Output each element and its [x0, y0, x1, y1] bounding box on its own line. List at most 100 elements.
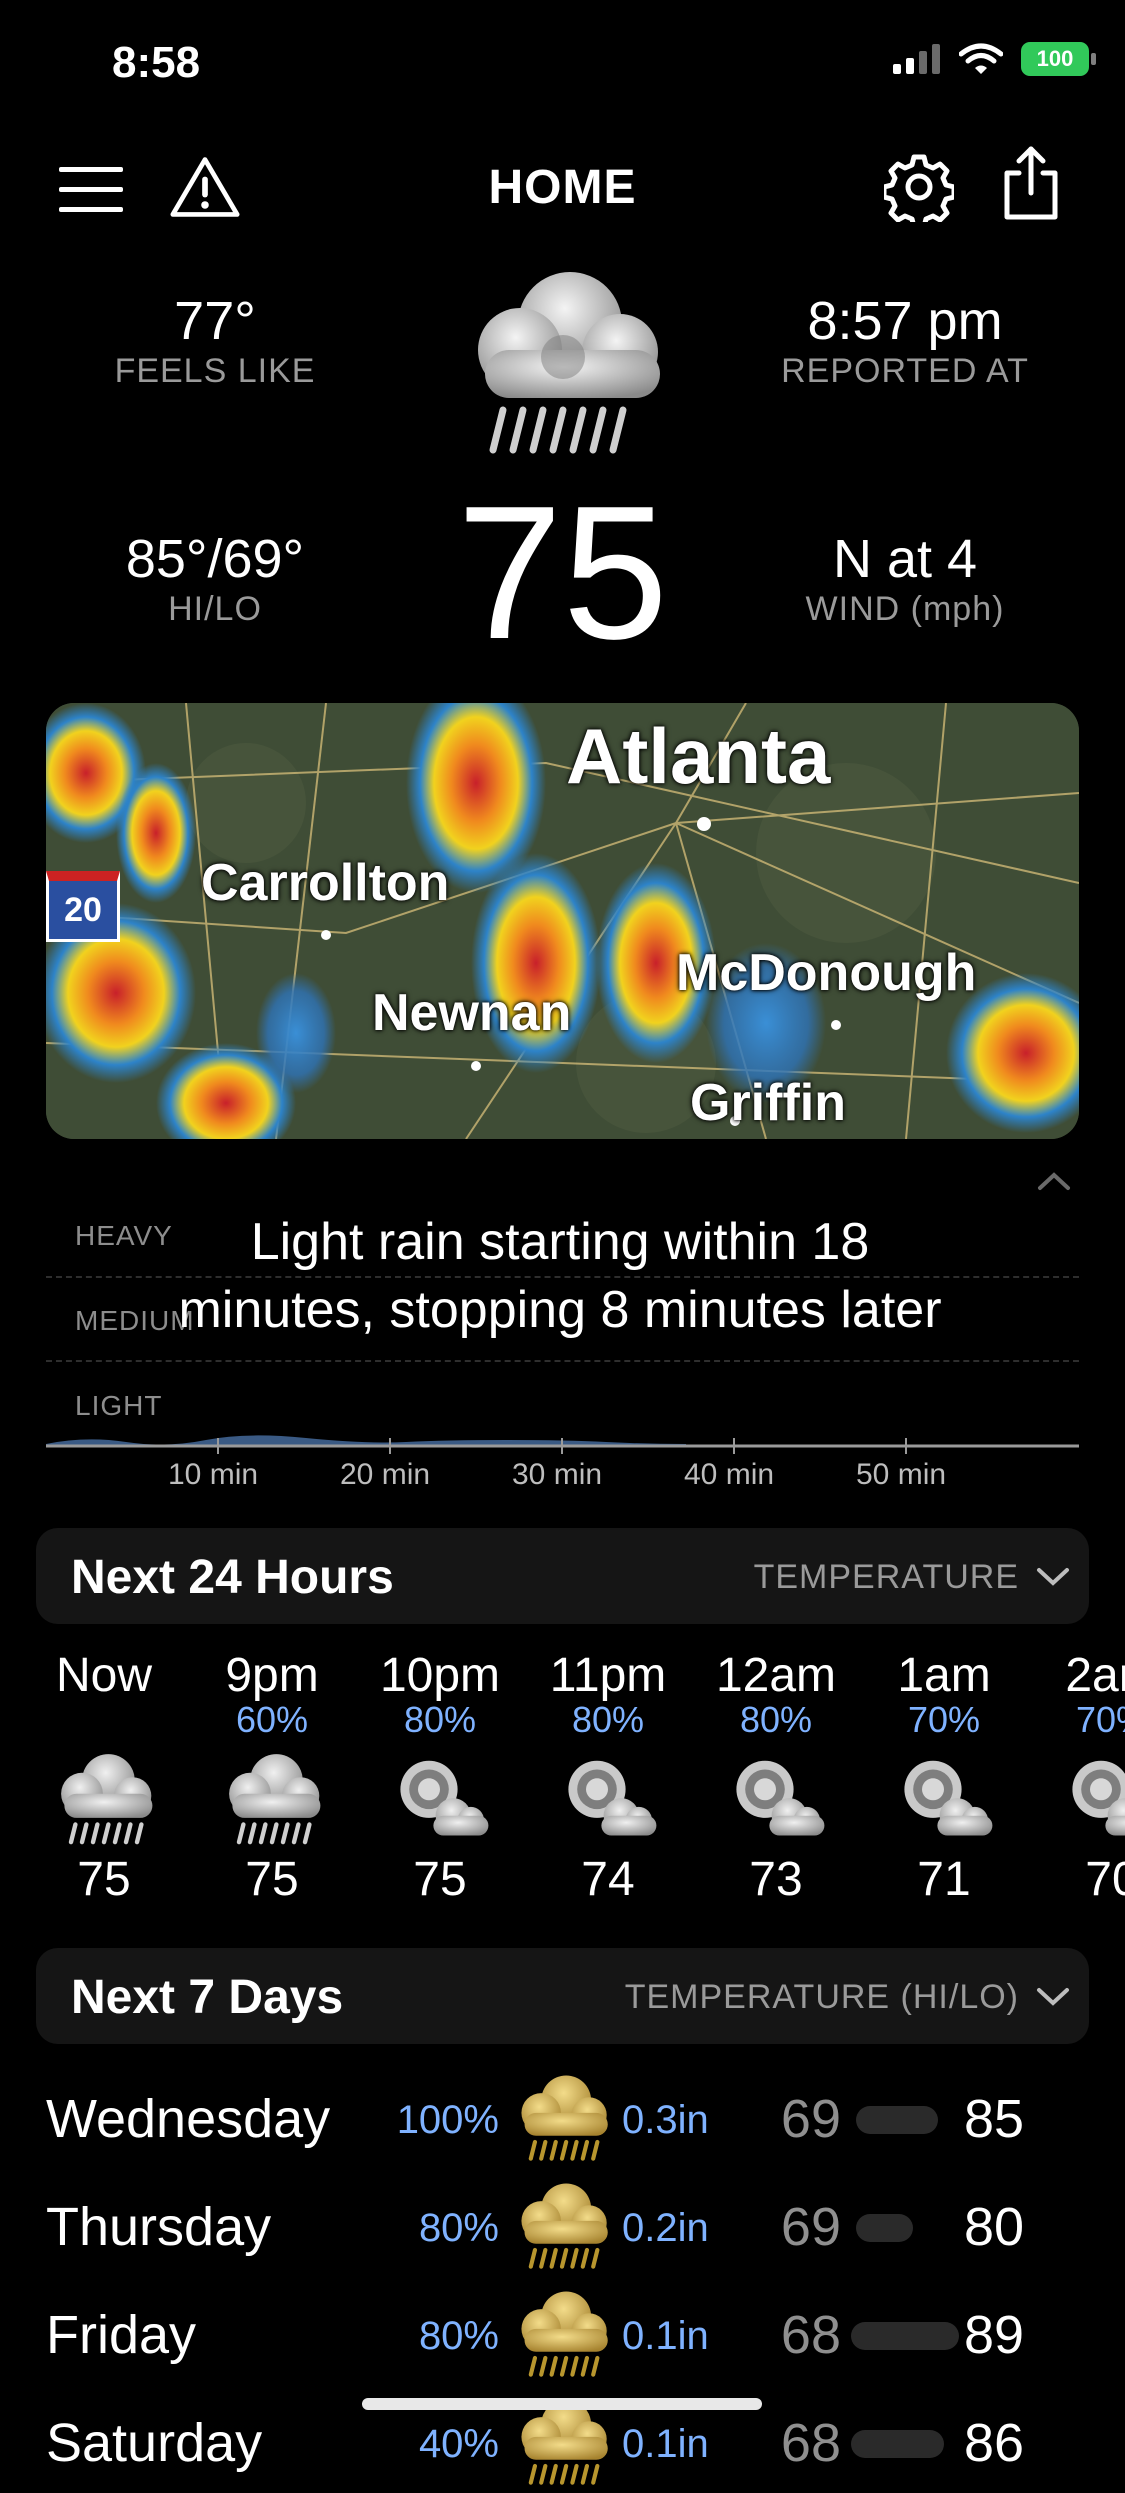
precip-graph-axis: [46, 1435, 1079, 1454]
hilo-label: HI/LO: [168, 590, 262, 628]
hilo-value: 85°/69°: [125, 529, 305, 589]
day-temp-range-bar: [856, 2214, 913, 2242]
hour-label: Now: [55, 1649, 153, 1702]
map-city-atlanta: Atlanta: [566, 712, 831, 800]
day-row[interactable]: Friday 80% 0.1in 68 89: [46, 2284, 1079, 2384]
emblem-cloud-icon: [400, 1760, 489, 1836]
day-temp-range-bar: [851, 2322, 959, 2350]
day-precip-chance: 100%: [396, 2098, 499, 2142]
gold-rain-cloud-icon: [521, 2291, 608, 2377]
day-high-temp: 86: [964, 2413, 1025, 2473]
precip-grid-line: [46, 1360, 1079, 1362]
hour-precip-chance: 70%: [1075, 1699, 1125, 1740]
hour-label: 9pm: [225, 1649, 319, 1702]
hilo-block: 85°/69° HI/LO: [60, 528, 370, 629]
day-name: Friday: [46, 2305, 197, 2365]
hour-temperature: 71: [917, 1853, 971, 1906]
emblem-cloud-icon: [736, 1760, 825, 1836]
hour-temperature: 73: [749, 1853, 803, 1906]
precip-level-light: LIGHT: [75, 1390, 163, 1421]
map-city-newnan: Newnan: [372, 984, 572, 1042]
rain-cloud-icon: [229, 1754, 321, 1845]
feels-like-value: 77°: [174, 291, 256, 351]
precip-tick: 10 min: [168, 1458, 259, 1491]
reported-at-value: 8:57 pm: [807, 291, 1003, 351]
gold-rain-cloud-icon: [521, 2075, 608, 2161]
day-precip-amount: 0.1in: [622, 2314, 709, 2358]
gold-rain-cloud-icon: [521, 2183, 608, 2269]
day-precip-amount: 0.3in: [622, 2098, 709, 2142]
day-high-temp: 85: [964, 2089, 1025, 2149]
map-city-carrollton: Carrollton: [201, 854, 450, 912]
day-name: Wednesday: [46, 2089, 331, 2149]
map-city-mcdonough: McDonough: [676, 944, 977, 1002]
day-row[interactable]: Thursday 80% 0.2in 69 80: [46, 2176, 1079, 2276]
hour-item[interactable]: 12am 80% 73: [692, 1648, 860, 1907]
day-precip-amount: 0.1in: [622, 2422, 709, 2466]
wind-value: N at 4: [832, 529, 978, 589]
emblem-cloud-icon: [904, 1760, 993, 1836]
precip-message: Light rain starting within 18 minutes, s…: [178, 1213, 942, 1339]
day-row[interactable]: Wednesday 100% 0.3in 69 85: [46, 2068, 1079, 2168]
map-city-griffin: Griffin: [690, 1074, 846, 1132]
day-precip-chance: 40%: [418, 2422, 499, 2466]
status-time: 8:58: [112, 38, 201, 87]
chevron-down-icon: [1037, 1568, 1069, 1586]
reported-at-block: 8:57 pm REPORTED AT: [740, 290, 1070, 391]
wind-label: WIND (mph): [805, 590, 1005, 628]
chevron-down-icon: [1037, 1988, 1069, 2006]
day-name: Saturday: [46, 2413, 263, 2473]
rain-cloud-icon: [478, 272, 660, 454]
battery-level: 100: [1036, 46, 1074, 71]
gear-icon: [884, 154, 954, 222]
hour-item[interactable]: 2am 70% 70: [1028, 1648, 1125, 1907]
hour-item[interactable]: 11pm 80% 74: [524, 1648, 692, 1907]
hour-precip-chance: 70%: [907, 1699, 981, 1740]
hour-precip-chance: [20, 1704, 188, 1742]
hour-temperature: 75: [245, 1853, 299, 1906]
next24-header[interactable]: Next 24 Hours TEMPERATURE: [36, 1528, 1089, 1624]
day-temp-range-bar: [856, 2106, 938, 2134]
hour-item[interactable]: 9pm 60% 75: [188, 1648, 356, 1907]
page-title: HOME: [488, 161, 637, 214]
hour-item[interactable]: 1am 70% 71: [860, 1648, 1028, 1907]
day-low-temp: 68: [780, 2305, 841, 2365]
share-button[interactable]: [996, 146, 1066, 220]
hour-temperature: 75: [413, 1853, 467, 1906]
day-temp-range-bar: [851, 2430, 944, 2458]
hour-label: 11pm: [549, 1649, 667, 1702]
day-precip-amount: 0.2in: [622, 2206, 709, 2250]
battery-indicator: 100: [1021, 42, 1096, 76]
day-precip-chance: 80%: [418, 2314, 499, 2358]
hour-precip-chance: 80%: [739, 1699, 813, 1740]
day-precip-chance: 80%: [418, 2206, 499, 2250]
next7-title: Next 7 Days: [71, 1971, 344, 2024]
next24-selector[interactable]: TEMPERATURE: [754, 1558, 1019, 1597]
hourly-forecast-list[interactable]: Now 75 9pm 60% 75 10pm 80% 75 11pm 80% 7…: [20, 1648, 1125, 1907]
interstate-shield: 20: [46, 871, 120, 942]
emblem-cloud-icon: [1072, 1760, 1125, 1836]
current-temperature: 75: [456, 467, 669, 679]
signal-icon: [893, 44, 940, 74]
hour-label: 12am: [715, 1649, 837, 1702]
chevron-up-icon[interactable]: [1036, 1170, 1072, 1192]
hour-temperature: 74: [581, 1853, 635, 1906]
hour-item[interactable]: 10pm 80% 75: [356, 1648, 524, 1907]
precip-tick: 20 min: [340, 1458, 431, 1491]
next7-selector[interactable]: TEMPERATURE (HI/LO): [625, 1978, 1019, 2017]
day-high-temp: 89: [964, 2305, 1025, 2365]
settings-button[interactable]: [884, 152, 954, 222]
radar-map[interactable]: 20 Atlanta Carrollton Newnan McDonough G…: [46, 703, 1079, 1139]
reported-at-label: REPORTED AT: [781, 352, 1029, 390]
hour-item[interactable]: Now 75: [20, 1648, 188, 1907]
day-high-temp: 80: [964, 2197, 1025, 2257]
next7-header[interactable]: Next 7 Days TEMPERATURE (HI/LO): [36, 1948, 1089, 2044]
hour-temperature: 70: [1085, 1853, 1125, 1906]
status-icons: 100: [893, 42, 1096, 76]
precip-tick: 30 min: [512, 1458, 603, 1491]
home-indicator[interactable]: [362, 2398, 762, 2410]
feels-like-block: 77° FEELS LIKE: [60, 290, 370, 391]
wifi-icon: [959, 43, 1003, 74]
wind-block: N at 4 WIND (mph): [740, 528, 1070, 629]
day-low-temp: 69: [780, 2089, 841, 2149]
